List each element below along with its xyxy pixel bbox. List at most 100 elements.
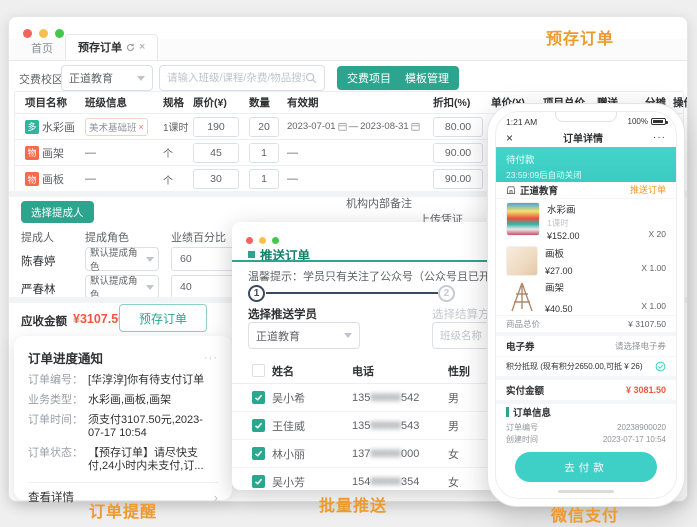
fee-items-button[interactable]: 交费项目 [337, 66, 401, 90]
student-row: 林小丽 13788888000 女 [232, 440, 504, 468]
step-connector [266, 292, 438, 294]
tab-home[interactable]: 首页 [19, 36, 65, 60]
order-progress-card: 订单进度通知 ··· 订单编号：[华淳淳]你有待支付订单 业务类型：水彩画,画板… [14, 336, 232, 500]
go-pay-button[interactable]: 去付款 [515, 452, 657, 482]
student-checkbox[interactable] [252, 447, 265, 460]
pending-payment-banner: 待付款 23:59:09后自动关闭 [496, 147, 676, 182]
push-order-link[interactable]: 推送订单 [630, 183, 666, 196]
template-manage-button[interactable]: 模板管理 [395, 66, 459, 90]
spec: 个 [159, 172, 189, 187]
points-label: 积分抵现 (现有积分2650.00,可抵 ¥ 26) [506, 361, 642, 372]
close-tab-icon[interactable]: × [139, 41, 145, 53]
commission-percent-input[interactable] [171, 275, 237, 299]
points-row[interactable]: 积分抵现 (现有积分2650.00,可抵 ¥ 26) [496, 356, 676, 376]
check-circle-icon[interactable] [655, 361, 666, 372]
student-row: 吴小希 13588888542 男 [232, 384, 504, 412]
title-bullet [248, 251, 255, 258]
chevron-down-icon [344, 333, 352, 338]
close-icon[interactable]: × [506, 131, 513, 145]
tab-label: 预存订单 [78, 39, 122, 55]
receivable-label: 应收金额 [21, 313, 67, 329]
card-field: 订单状态：【预存订单】请尽快支付,24小时内未支付,订... [28, 447, 218, 473]
tab-prepaid-order[interactable]: 预存订单 × [65, 34, 158, 60]
item-thumbnail [506, 280, 538, 314]
price-input[interactable] [193, 143, 239, 163]
prepaid-order-button[interactable]: 预存订单 [119, 304, 207, 332]
student-gender: 女 [448, 474, 488, 490]
commission-role-select[interactable]: 默认提成角色 [85, 275, 159, 299]
annotation-wechat-pay: 微信支付 [530, 502, 640, 526]
spec: 1课时 [159, 119, 189, 134]
goods-total-row: 商品总价 ¥ 3107.50 [496, 315, 676, 333]
commission-percent-input[interactable] [171, 247, 237, 271]
student-phone: 15488888354 [352, 476, 448, 488]
step-1-label: 选择推送学员 [248, 306, 317, 322]
student-name: 林小丽 [272, 446, 352, 462]
student-checkbox[interactable] [252, 419, 265, 432]
discount-input[interactable] [433, 143, 483, 163]
campus-value: 正道教育 [69, 70, 113, 86]
view-detail-link[interactable]: 查看详情 [28, 489, 74, 505]
validity-range[interactable]: 2023-07-01 — 2023-08-31 [283, 121, 429, 132]
qty-input[interactable] [249, 117, 279, 137]
modal-campus-select[interactable]: 正道教育 [248, 322, 360, 349]
qty-input[interactable] [249, 169, 279, 189]
chevron-right-icon: › [214, 490, 218, 505]
annotation-order-reminder: 订单提醒 [73, 498, 173, 522]
status-time: 1:21 AM [506, 117, 537, 127]
easel-image [506, 280, 538, 314]
student-gender: 女 [448, 446, 488, 462]
internal-remark-label: 机构内部备注 [346, 195, 412, 211]
select-all-checkbox[interactable] [252, 364, 265, 377]
student-name: 吴小芳 [272, 474, 352, 490]
order-item: 画架 ¥40.50 X 1.00 [496, 277, 676, 315]
spec: 个 [159, 145, 189, 160]
step-2-circle: 2 [438, 285, 455, 302]
student-phone: 13788888000 [352, 448, 448, 460]
student-checkbox[interactable] [252, 475, 265, 488]
close-window-icon[interactable] [246, 237, 253, 244]
student-name: 王佳威 [272, 418, 352, 434]
phone-nav-bar: × 订单详情 ··· [496, 129, 676, 147]
card-field: 业务类型：水彩画,画板,画架 [28, 394, 218, 407]
student-row: 吴小芳 15488888354 女 [232, 468, 504, 490]
maximize-window-icon[interactable] [272, 237, 279, 244]
item-qty: X 1.00 [641, 301, 666, 313]
more-icon[interactable]: ··· [204, 352, 218, 364]
price-input[interactable] [193, 169, 239, 189]
modal-tip: 温馨提示：学员只有关注了公众号（公众号且已开通收银 [248, 268, 498, 284]
item-qty: X 20 [649, 229, 667, 241]
item-type-badge: 多 [25, 120, 39, 134]
receivable-amount: ¥3107.50 [73, 312, 125, 326]
campus-select[interactable]: 正道教育 [61, 65, 153, 91]
chevron-down-icon [146, 285, 154, 290]
step-1-circle: 1 [248, 285, 265, 302]
student-checkbox[interactable] [252, 391, 265, 404]
paid-label: 实付金额 [506, 383, 544, 397]
battery-icon [651, 118, 666, 125]
commission-role-select[interactable]: 默认提成角色 [85, 247, 159, 271]
countdown: 23:59:09后自动关闭 [506, 169, 666, 181]
select-commission-button[interactable]: 选择提成人 [21, 201, 94, 223]
discount-input[interactable] [433, 169, 483, 189]
paid-amount-row: 实付金额 ¥ 3081.50 [496, 380, 676, 400]
coupon-row[interactable]: 电子券 请选择电子券 [496, 336, 676, 356]
battery-percent: 100% [628, 117, 648, 126]
calendar-icon [338, 122, 347, 131]
chevron-down-icon [146, 257, 154, 262]
order-info-header: 订单信息 [496, 404, 676, 421]
campus-label: 交费校区 [19, 71, 63, 87]
more-icon[interactable]: ··· [653, 132, 666, 143]
search-box[interactable] [159, 65, 325, 91]
goods-total-value: ¥ 3107.50 [628, 319, 666, 329]
refresh-tab-icon[interactable] [126, 43, 135, 52]
remove-tag-icon[interactable]: × [139, 122, 144, 132]
card-field: 订单编号：[华淳淳]你有待支付订单 [28, 374, 218, 387]
goods-total-label: 商品总价 [506, 318, 540, 330]
search-input[interactable] [167, 72, 305, 84]
price-input[interactable] [193, 117, 239, 137]
qty-input[interactable] [249, 143, 279, 163]
student-name: 吴小希 [272, 390, 352, 406]
discount-input[interactable] [433, 117, 483, 137]
minimize-window-icon[interactable] [259, 237, 266, 244]
